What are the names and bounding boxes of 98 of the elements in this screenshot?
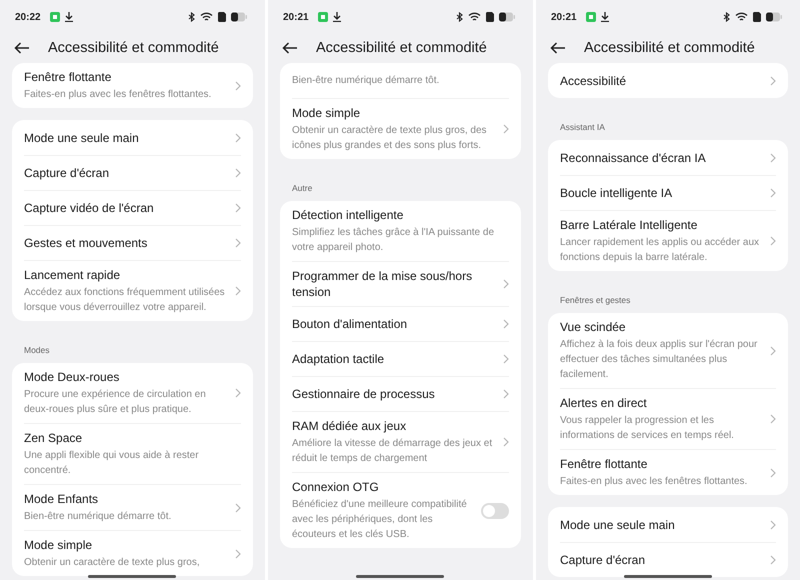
wifi-icon [200, 12, 213, 22]
battery-icon [766, 12, 782, 22]
back-arrow-icon[interactable] [282, 42, 298, 54]
setting-title[interactable]: Mode Enfants [24, 491, 227, 507]
setting-title[interactable]: Capture vidéo de l'écran [24, 200, 227, 216]
page-title: Accessibilité et commodité [316, 40, 487, 56]
chevron-right-icon[interactable] [235, 203, 241, 213]
back-arrow-icon[interactable] [14, 42, 30, 54]
chevron-right-icon[interactable] [235, 168, 241, 178]
setting-title[interactable]: Boucle intelligente IA [560, 185, 762, 201]
chevron-right-icon[interactable] [770, 346, 776, 356]
status-time: 20:21 [283, 12, 309, 22]
setting-description: Bien-être numérique démarre tôt. [292, 74, 440, 88]
chevron-right-icon[interactable] [770, 152, 776, 162]
sim-card-icon [753, 12, 761, 22]
setting-title[interactable]: RAM dédiée aux jeux [292, 418, 495, 434]
chevron-right-icon[interactable] [770, 414, 776, 424]
page-title: Accessibilité et commodité [584, 40, 755, 56]
setting-title[interactable]: Capture d'écran [560, 552, 762, 568]
bluetooth-icon [188, 12, 195, 22]
section-header: Modes [23, 344, 51, 357]
setting-description: Vous rappeler la progression et les informations de services en temps réel. [560, 414, 735, 443]
chevron-right-icon[interactable] [503, 389, 509, 399]
setting-title[interactable]: Mode une seule main [560, 516, 762, 532]
download-icon [600, 12, 609, 22]
setting-title[interactable]: Mode simple [292, 105, 495, 121]
bluetooth-icon [456, 12, 463, 22]
setting-title[interactable]: Mode simple [24, 537, 227, 553]
status-time: 20:22 [15, 12, 41, 22]
download-icon [332, 12, 341, 22]
setting-description: Lancer rapidement les applis ou accéder aux fonctions depuis la barre latérale. [560, 236, 760, 265]
setting-title[interactable]: Alertes en direct [560, 395, 762, 411]
setting-title[interactable]: Barre Latérale Intelligente [560, 217, 762, 233]
chevron-right-icon[interactable] [503, 354, 509, 364]
wifi-icon [735, 12, 748, 22]
chevron-right-icon[interactable] [770, 188, 776, 198]
app-notification-icon [586, 12, 596, 22]
setting-title[interactable]: Accessibilité [560, 72, 762, 88]
chevron-right-icon[interactable] [235, 80, 241, 90]
setting-description: Bénéficiez d'une meilleure compatibilité avec les périphériques, dont les écouteurs et les clés USB. [292, 498, 468, 542]
section-header: Fenêtres et gestes [559, 294, 632, 307]
chevron-right-icon[interactable] [503, 124, 509, 134]
setting-description: Procure une expérience de circulation en deux-roues plus sûre et plus pratique. [24, 388, 207, 417]
setting-title[interactable]: Fenêtre flottante [560, 456, 762, 472]
chevron-right-icon[interactable] [770, 520, 776, 530]
setting-title[interactable]: Gestes et mouvements [24, 235, 227, 251]
setting-title[interactable]: Programmer de la mise sous/hors tension [292, 268, 495, 300]
chevron-right-icon[interactable] [235, 132, 241, 142]
setting-title[interactable]: Mode Deux-roues [24, 369, 227, 385]
sim-card-icon [486, 12, 494, 22]
chevron-right-icon[interactable] [235, 502, 241, 512]
setting-title[interactable]: Lancement rapide [24, 267, 227, 283]
setting-title[interactable]: Adaptation tactile [292, 351, 495, 367]
chevron-right-icon[interactable] [235, 548, 241, 558]
chevron-right-icon[interactable] [235, 238, 241, 248]
chevron-right-icon[interactable] [770, 468, 776, 478]
chevron-right-icon[interactable] [503, 319, 509, 329]
setting-title[interactable]: Bouton d'alimentation [292, 316, 495, 332]
section-header: Autre [291, 182, 314, 195]
battery-icon [499, 12, 515, 22]
app-notification-icon [50, 12, 60, 22]
toggle-switch[interactable] [481, 502, 509, 518]
back-arrow-icon[interactable] [550, 42, 566, 54]
download-icon [64, 12, 73, 22]
setting-title[interactable]: Mode une seule main [24, 130, 227, 146]
bluetooth-icon [723, 12, 730, 22]
setting-title[interactable]: Zen Space [24, 430, 241, 446]
chevron-right-icon[interactable] [770, 555, 776, 565]
chevron-right-icon[interactable] [503, 279, 509, 289]
setting-title[interactable]: Détection intelligente [292, 207, 509, 223]
setting-description: Obtenir un caractère de texte plus gros, des icônes plus grandes et des sons plus forts. [292, 124, 488, 153]
setting-title[interactable]: Gestionnaire de processus [292, 386, 495, 402]
setting-title[interactable]: Fenêtre flottante [24, 69, 227, 85]
sim-card-icon [218, 12, 226, 22]
setting-description: Bien-être numérique démarre tôt. [24, 510, 172, 524]
setting-description: Obtenir un caractère de texte plus gros, [24, 556, 201, 570]
setting-description: Faites-en plus avec les fenêtres flottantes. [560, 475, 748, 489]
setting-title[interactable]: Connexion OTG [292, 479, 473, 495]
setting-description: Améliore la vitesse de démarrage des jeux et réduit le temps de chargement [292, 437, 494, 466]
chevron-right-icon[interactable] [770, 76, 776, 86]
setting-description: Affichez à la fois deux applis sur l'écran pour effectuer des tâches simultanées plus facilement. [560, 338, 758, 382]
page-title: Accessibilité et commodité [48, 40, 219, 56]
section-header: Assistant IA [559, 121, 606, 134]
setting-title[interactable]: Reconnaissance d'écran IA [560, 150, 762, 166]
setting-description: Faites-en plus avec les fenêtres flottantes. [24, 88, 212, 102]
battery-icon [231, 12, 247, 22]
chevron-right-icon[interactable] [503, 437, 509, 447]
wifi-icon [468, 12, 481, 22]
chevron-right-icon[interactable] [235, 388, 241, 398]
setting-title[interactable]: Capture d'écran [24, 165, 227, 181]
chevron-right-icon[interactable] [235, 286, 241, 296]
setting-description: Simplifiez les tâches grâce à l'IA puissante de votre appareil photo. [292, 226, 496, 255]
chevron-right-icon[interactable] [770, 236, 776, 246]
setting-title[interactable]: Vue scindée [560, 319, 762, 335]
setting-description: Accédez aux fonctions fréquemment utilisées lorsque vous déverrouillez votre appareil. [24, 286, 226, 315]
setting-description: Une appli flexible qui vous aide à rester concentré. [24, 449, 200, 478]
app-notification-icon [318, 12, 328, 22]
status-time: 20:21 [551, 12, 577, 22]
